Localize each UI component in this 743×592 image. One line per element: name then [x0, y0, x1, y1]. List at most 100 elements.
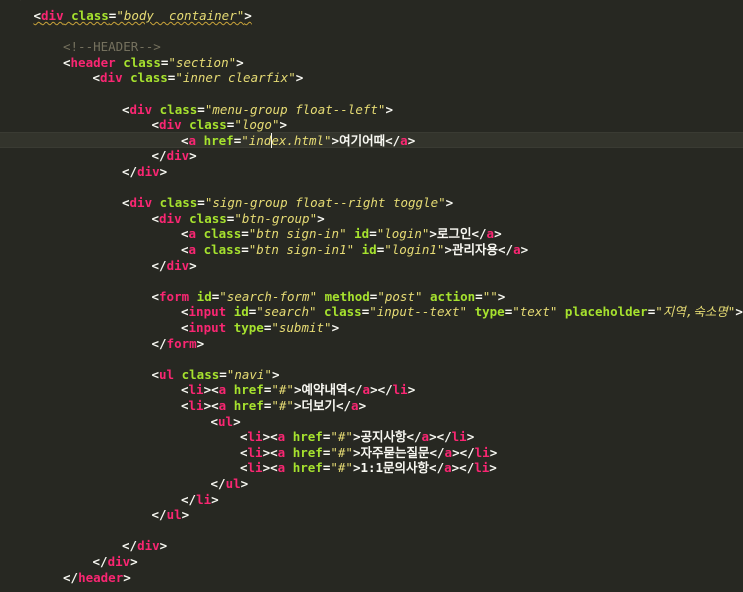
- code-line[interactable]: </li>: [181, 492, 219, 508]
- attribute-name: class: [71, 8, 109, 23]
- punctuation: </: [151, 148, 167, 164]
- tag-name: ul: [159, 366, 175, 382]
- punctuation: <: [240, 444, 248, 460]
- equals-sign: =: [475, 288, 483, 304]
- punctuation: </: [385, 132, 401, 148]
- code-line[interactable]: <ul>: [211, 414, 241, 430]
- code-line[interactable]: <ul class="navi">: [152, 367, 280, 383]
- punctuation: <: [92, 70, 101, 86]
- text-content: 로그인: [436, 226, 472, 242]
- attribute-name: href: [233, 382, 264, 398]
- attribute-value: "#": [330, 444, 353, 460]
- code-line[interactable]: </div>: [152, 148, 197, 164]
- attribute-value: "지역,숙소명": [655, 304, 736, 320]
- attribute-value: "logo": [234, 117, 280, 133]
- punctuation: </: [181, 491, 197, 507]
- text-content: 관리자용: [452, 242, 499, 257]
- code-line[interactable]: </form>: [152, 336, 205, 352]
- punctuation: >: [407, 382, 416, 398]
- attribute-name: id: [354, 226, 370, 242]
- attribute-name: type: [474, 304, 505, 320]
- attribute-name: href: [292, 444, 323, 460]
- code-line[interactable]: </div>: [152, 258, 197, 274]
- code-line[interactable]: <a class="btn sign-in1" id="login1">관리자용…: [181, 242, 528, 258]
- text-content: 여기어때: [339, 132, 386, 148]
- tag-name: form: [159, 288, 190, 304]
- tag-name: div: [129, 101, 153, 117]
- punctuation: </: [498, 242, 514, 257]
- code-line[interactable]: </div>: [122, 164, 167, 180]
- code-line[interactable]: <!--HEADER-->: [63, 39, 161, 55]
- code-line[interactable]: <a class="btn sign-in" id="login">로그인</a…: [181, 226, 502, 242]
- code-line[interactable]: <form id="search-form" method="post" act…: [152, 289, 506, 305]
- code-line[interactable]: <header class="section">: [63, 55, 244, 71]
- punctuation: ><: [262, 460, 278, 476]
- tag-name: a: [188, 242, 197, 257]
- tag-name: li: [196, 491, 212, 507]
- tag-name: ul: [166, 507, 182, 523]
- attribute-name: type: [233, 320, 264, 335]
- code-line[interactable]: <li><a href="#">1:1문의사항</a></li>: [240, 460, 497, 476]
- punctuation: <: [210, 413, 219, 429]
- punctuation: >: [295, 70, 304, 86]
- code-line[interactable]: <li><a href="#">공지사항</a></li>: [240, 429, 474, 445]
- tag-name: div: [159, 117, 182, 133]
- attribute-name: class: [123, 54, 161, 70]
- attribute-name: href: [292, 460, 323, 476]
- tag-name: li: [188, 382, 204, 398]
- punctuation: <: [33, 8, 42, 23]
- attribute-value: "login": [376, 226, 430, 242]
- code-line[interactable]: <li><a href="#">자주묻는질문</a></li>: [240, 445, 497, 461]
- punctuation: <: [181, 382, 189, 398]
- code-line[interactable]: <div class="inner clearfix">: [93, 70, 304, 86]
- equals-sign: =: [369, 226, 377, 242]
- tag-name: div: [137, 538, 160, 554]
- punctuation: >: [159, 164, 168, 179]
- text-content: 1:1문의사항: [360, 460, 430, 476]
- code-line[interactable]: <div class="sign-group float--right togg…: [122, 195, 453, 211]
- attribute-name: class: [159, 101, 198, 117]
- punctuation: >: [211, 491, 219, 507]
- attribute-name: placeholder: [564, 304, 648, 320]
- punctuation: <: [181, 398, 189, 413]
- code-line[interactable]: </div>: [122, 538, 167, 554]
- attribute-value: "search-form": [219, 288, 318, 304]
- code-editor[interactable]: ---> <div class="body container"><!--HEA…: [0, 0, 743, 592]
- code-line[interactable]: <a href="index.html">여기어때</a>: [181, 133, 415, 149]
- punctuation: </: [347, 382, 363, 398]
- code-line[interactable]: </header>: [63, 570, 131, 586]
- code-line[interactable]: <div class="btn-group">: [152, 211, 325, 227]
- punctuation: >: [497, 288, 506, 304]
- code-line[interactable]: <li><a href="#">더보기</a>: [181, 398, 366, 414]
- code-line[interactable]: <div class="body container">: [34, 8, 252, 24]
- attribute-value: "#": [330, 429, 353, 445]
- text-content: 예약내역: [301, 382, 348, 398]
- tag-name: input: [188, 304, 227, 320]
- punctuation: >: [240, 476, 249, 491]
- attribute-name: class: [203, 226, 242, 242]
- code-line[interactable]: </div>: [93, 554, 138, 570]
- attribute-value: "#": [271, 382, 294, 398]
- code-line[interactable]: <div class="menu-group float--left">: [122, 102, 393, 118]
- tag-name: li: [247, 429, 263, 445]
- punctuation: ></: [370, 382, 393, 398]
- code-line[interactable]: </ul>: [152, 507, 190, 523]
- code-line[interactable]: <div class="logo">: [152, 117, 288, 133]
- punctuation: <: [151, 288, 160, 304]
- equals-sign: =: [197, 195, 205, 211]
- punctuation: >: [159, 538, 168, 554]
- tag-name: a: [486, 226, 495, 242]
- attribute-value: "section": [168, 54, 237, 70]
- attribute-name: class: [159, 195, 198, 211]
- punctuation: ><: [262, 444, 278, 460]
- code-line[interactable]: <li><a href="#">예약내역</a></li>: [181, 382, 415, 398]
- code-line[interactable]: <input type="submit">: [181, 320, 339, 336]
- code-line[interactable]: </ul>: [211, 476, 249, 492]
- code-line[interactable]: <input id="search" class="input--text" t…: [181, 304, 743, 320]
